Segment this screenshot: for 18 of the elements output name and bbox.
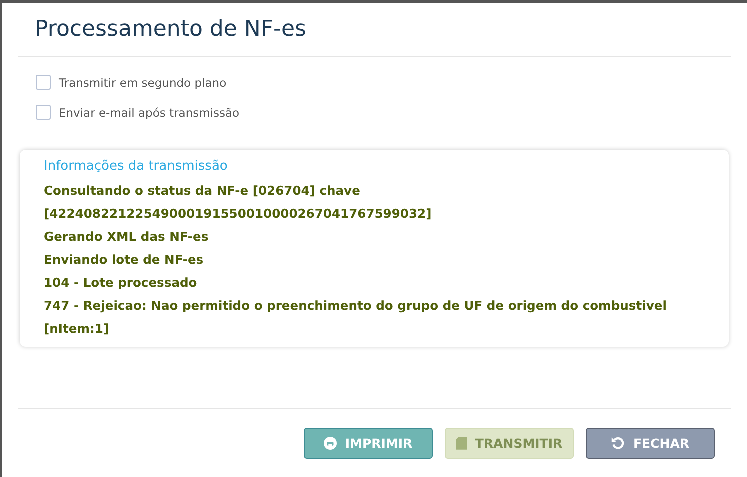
log-line: Gerando XML das NF-es — [44, 229, 210, 246]
log-title: Informações da transmissão — [44, 159, 229, 174]
checkbox-label: Enviar e-mail após transmissão — [59, 106, 240, 120]
log-line: Enviando lote de NF-es — [44, 252, 205, 269]
close-button[interactable]: FECHAR — [586, 428, 715, 458]
document-icon — [456, 436, 468, 450]
log-line: [42240822122549000191550010000267041767599032] — [44, 206, 433, 223]
printer-icon — [324, 436, 338, 450]
checkbox-label: Transmitir em segundo plano — [59, 76, 227, 90]
log-line: 747 - Rejeicao: Nao permitido o preenchimento do grupo de UF de origem do combustivel — [44, 298, 668, 315]
undo-icon — [611, 436, 626, 450]
log-line: 104 - Lote processado — [44, 275, 198, 292]
checkbox[interactable] — [36, 105, 51, 120]
checkbox[interactable] — [36, 75, 51, 90]
print-button[interactable]: IMPRIMIR — [304, 428, 433, 458]
log-line: [nItem:1] — [44, 321, 110, 338]
dialog-title: Processamento de NF-es — [35, 17, 308, 42]
log-line: Consultando o status da NF-e [026704] chave — [44, 183, 362, 200]
